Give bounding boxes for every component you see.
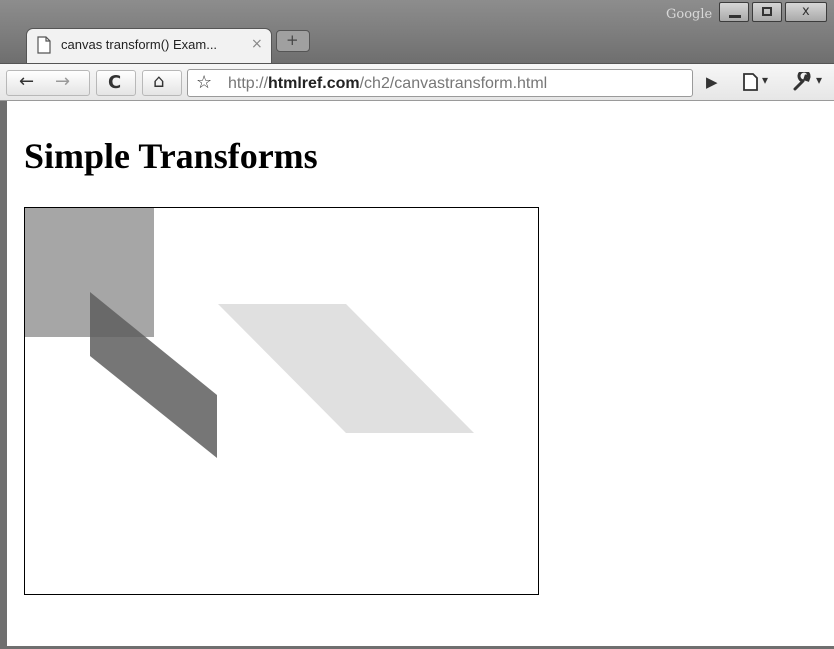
browser-window: Google x canvas transform() Exam... × + …: [0, 0, 834, 649]
page-menu-icon: [743, 73, 758, 91]
url-text[interactable]: http://htmlref.com/ch2/canvastransform.h…: [228, 75, 547, 93]
canvas-element: [24, 207, 539, 595]
star-icon[interactable]: ☆: [196, 72, 212, 93]
title-bar: Google x canvas transform() Exam... × +: [0, 0, 834, 64]
toolbar: ← → C ⌂ ☆ http://htmlref.com/ch2/canvast…: [0, 63, 834, 101]
square-shape: [25, 208, 154, 337]
address-bar[interactable]: ☆ http://htmlref.com/ch2/canvastransform…: [187, 69, 693, 97]
window-controls: x: [719, 2, 830, 22]
close-window-button[interactable]: x: [785, 2, 827, 22]
url-host: htmlref.com: [268, 75, 360, 92]
url-prefix: http://: [228, 75, 269, 92]
tools-menu-dropdown-icon: ▾: [816, 73, 823, 87]
back-arrow-icon[interactable]: ←: [19, 71, 34, 92]
page-menu-button[interactable]: ▾: [742, 72, 768, 96]
minimize-icon: [729, 15, 741, 18]
close-icon: x: [802, 4, 810, 19]
play-icon[interactable]: ▶: [706, 73, 718, 91]
home-button[interactable]: ⌂: [142, 70, 182, 96]
tab-active[interactable]: canvas transform() Exam... ×: [26, 28, 272, 64]
page-content: Simple Transforms: [7, 101, 834, 646]
page-icon: [37, 36, 51, 54]
plus-icon: +: [286, 31, 299, 49]
reload-button[interactable]: C: [96, 70, 136, 96]
forward-arrow-icon[interactable]: →: [55, 71, 70, 92]
tab-title: canvas transform() Exam...: [61, 37, 218, 52]
back-forward-group: ← →: [6, 70, 90, 96]
url-path: /ch2/canvastransform.html: [359, 75, 548, 92]
page-menu-dropdown-icon: ▾: [762, 73, 769, 87]
home-icon: ⌂: [153, 71, 165, 92]
new-tab-button[interactable]: +: [276, 30, 310, 52]
tools-menu-button[interactable]: ▾: [792, 69, 822, 96]
tab-close-icon[interactable]: ×: [251, 36, 263, 52]
maximize-button[interactable]: [752, 2, 782, 22]
maximize-icon: [762, 7, 772, 16]
canvas-drawing: [25, 208, 474, 458]
reload-icon: C: [108, 72, 122, 93]
google-brand-label: Google: [666, 7, 713, 22]
page-heading: Simple Transforms: [24, 136, 318, 176]
wrench-icon: [793, 69, 811, 91]
skewed-light-shape: [218, 304, 474, 433]
minimize-button[interactable]: [719, 2, 749, 22]
